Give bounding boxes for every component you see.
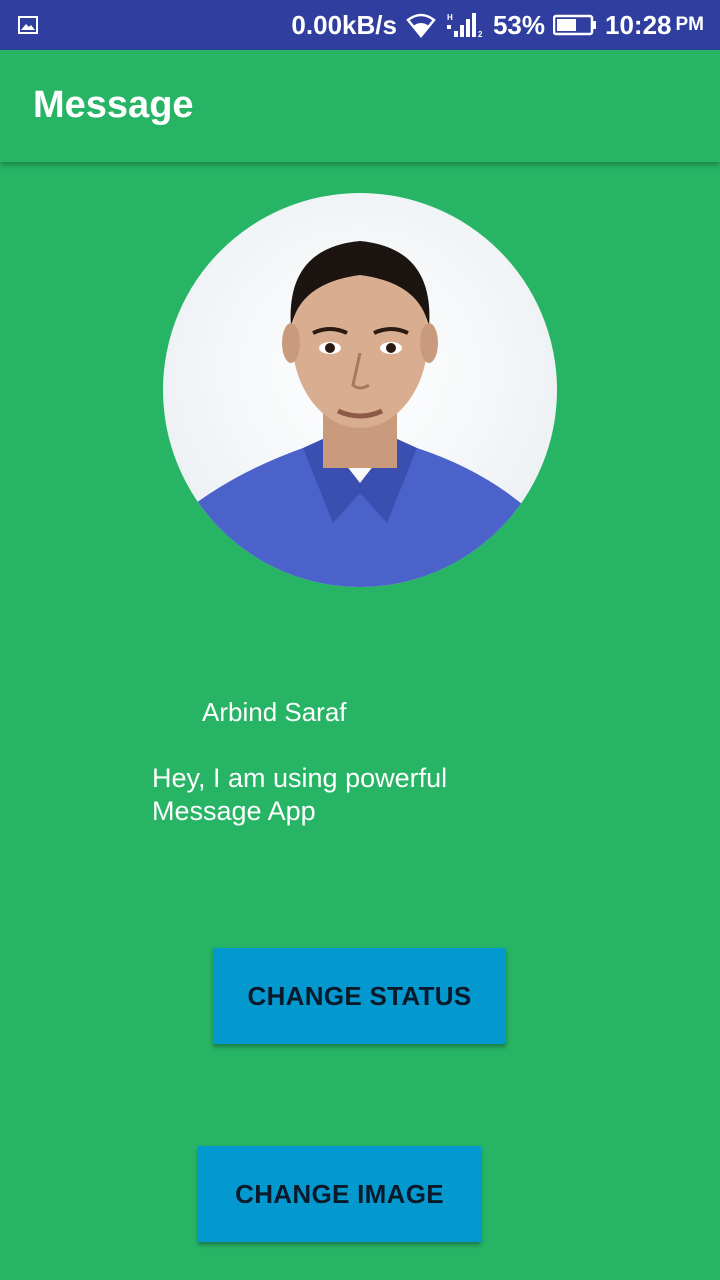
battery-percent: 53% — [492, 9, 545, 40]
change-status-button[interactable]: CHANGE STATUS — [213, 948, 506, 1044]
app-bar: Message — [0, 50, 720, 162]
status-bar: 0.00kB/s H 2 53% 10:28 PM — [0, 0, 720, 50]
signal-icon: H 2 — [446, 13, 483, 39]
gallery-icon — [18, 16, 38, 34]
change-image-button[interactable]: CHANGE IMAGE — [198, 1146, 481, 1242]
clock-ampm: PM — [675, 14, 705, 35]
profile-avatar[interactable] — [163, 193, 557, 587]
app-title: Message — [33, 84, 194, 126]
profile-name: Arbind Saraf — [202, 697, 347, 727]
network-speed: 0.00kB/s — [291, 9, 397, 40]
battery-icon — [553, 14, 596, 36]
svg-text:2: 2 — [478, 30, 483, 39]
profile-photo — [163, 241, 557, 587]
clock-time: 10:28 — [605, 9, 672, 40]
profile-status: Hey, I am using powerful Message App — [152, 763, 448, 826]
svg-text:H: H — [447, 13, 453, 22]
wifi-icon — [406, 13, 436, 38]
